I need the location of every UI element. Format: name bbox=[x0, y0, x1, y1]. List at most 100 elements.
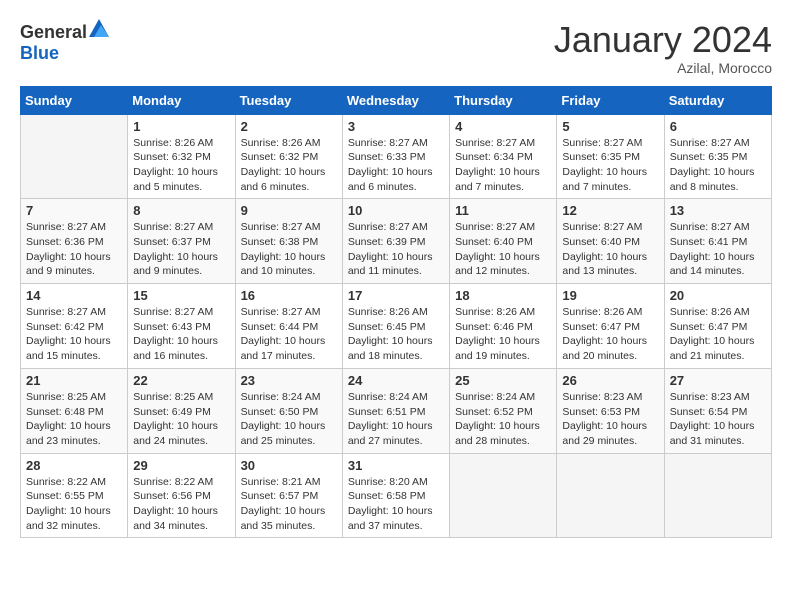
day-number: 15 bbox=[133, 288, 229, 303]
day-info: Sunrise: 8:23 AM Sunset: 6:54 PM Dayligh… bbox=[670, 390, 766, 449]
calendar-header-monday: Monday bbox=[128, 86, 235, 114]
day-info: Sunrise: 8:26 AM Sunset: 6:46 PM Dayligh… bbox=[455, 305, 551, 364]
calendar-cell: 3 Sunrise: 8:27 AM Sunset: 6:33 PM Daylig… bbox=[342, 114, 449, 199]
day-info: Sunrise: 8:27 AM Sunset: 6:39 PM Dayligh… bbox=[348, 220, 444, 279]
calendar-cell: 23 Sunrise: 8:24 AM Sunset: 6:50 PM Dayli… bbox=[235, 368, 342, 453]
day-info: Sunrise: 8:26 AM Sunset: 6:32 PM Dayligh… bbox=[241, 136, 337, 195]
day-number: 19 bbox=[562, 288, 658, 303]
logo-icon bbox=[89, 19, 109, 37]
day-number: 27 bbox=[670, 373, 766, 388]
day-info: Sunrise: 8:27 AM Sunset: 6:33 PM Dayligh… bbox=[348, 136, 444, 195]
day-info: Sunrise: 8:24 AM Sunset: 6:52 PM Dayligh… bbox=[455, 390, 551, 449]
calendar-cell: 30 Sunrise: 8:21 AM Sunset: 6:57 PM Dayli… bbox=[235, 453, 342, 538]
calendar-cell bbox=[664, 453, 771, 538]
day-number: 23 bbox=[241, 373, 337, 388]
day-number: 29 bbox=[133, 458, 229, 473]
calendar-header-tuesday: Tuesday bbox=[235, 86, 342, 114]
calendar-header-saturday: Saturday bbox=[664, 86, 771, 114]
calendar-cell: 8Sunrise: 8:27 AM Sunset: 6:37 PM Daylig… bbox=[128, 199, 235, 284]
day-number: 31 bbox=[348, 458, 444, 473]
day-info: Sunrise: 8:27 AM Sunset: 6:35 PM Dayligh… bbox=[562, 136, 658, 195]
day-info: Sunrise: 8:21 AM Sunset: 6:57 PM Dayligh… bbox=[241, 475, 337, 534]
month-title: January 2024 bbox=[554, 20, 772, 60]
page-header: General Blue January 2024 Azilal, Morocc… bbox=[20, 20, 772, 76]
calendar-cell: 7Sunrise: 8:27 AM Sunset: 6:36 PM Daylig… bbox=[21, 199, 128, 284]
day-number: 8 bbox=[133, 203, 229, 218]
calendar-header-friday: Friday bbox=[557, 86, 664, 114]
calendar-cell: 13 Sunrise: 8:27 AM Sunset: 6:41 PM Dayli… bbox=[664, 199, 771, 284]
day-info: Sunrise: 8:27 AM Sunset: 6:42 PM Dayligh… bbox=[26, 305, 122, 364]
day-info: Sunrise: 8:27 AM Sunset: 6:44 PM Dayligh… bbox=[241, 305, 337, 364]
day-number: 30 bbox=[241, 458, 337, 473]
day-info: Sunrise: 8:27 AM Sunset: 6:34 PM Dayligh… bbox=[455, 136, 551, 195]
calendar-cell: 10 Sunrise: 8:27 AM Sunset: 6:39 PM Dayli… bbox=[342, 199, 449, 284]
day-info: Sunrise: 8:24 AM Sunset: 6:50 PM Dayligh… bbox=[241, 390, 337, 449]
logo-blue-text: Blue bbox=[20, 43, 59, 63]
day-info: Sunrise: 8:27 AM Sunset: 6:38 PM Dayligh… bbox=[241, 220, 337, 279]
calendar-cell: 29 Sunrise: 8:22 AM Sunset: 6:56 PM Dayli… bbox=[128, 453, 235, 538]
day-number: 6 bbox=[670, 119, 766, 134]
calendar-cell: 9 Sunrise: 8:27 AM Sunset: 6:38 PM Daylig… bbox=[235, 199, 342, 284]
calendar-cell: 20Sunrise: 8:26 AM Sunset: 6:47 PM Dayli… bbox=[664, 284, 771, 369]
calendar-cell: 14 Sunrise: 8:27 AM Sunset: 6:42 PM Dayli… bbox=[21, 284, 128, 369]
calendar-cell: 6 Sunrise: 8:27 AM Sunset: 6:35 PM Daylig… bbox=[664, 114, 771, 199]
day-info: Sunrise: 8:26 AM Sunset: 6:47 PM Dayligh… bbox=[562, 305, 658, 364]
day-info: Sunrise: 8:22 AM Sunset: 6:56 PM Dayligh… bbox=[133, 475, 229, 534]
calendar-week-row: 14 Sunrise: 8:27 AM Sunset: 6:42 PM Dayli… bbox=[21, 284, 772, 369]
title-section: January 2024 Azilal, Morocco bbox=[554, 20, 772, 76]
calendar-table: SundayMondayTuesdayWednesdayThursdayFrid… bbox=[20, 86, 772, 539]
calendar-cell: 18 Sunrise: 8:26 AM Sunset: 6:46 PM Dayli… bbox=[450, 284, 557, 369]
day-number: 18 bbox=[455, 288, 551, 303]
day-number: 3 bbox=[348, 119, 444, 134]
logo-general-text: General bbox=[20, 22, 87, 42]
day-number: 12 bbox=[562, 203, 658, 218]
day-info: Sunrise: 8:27 AM Sunset: 6:35 PM Dayligh… bbox=[670, 136, 766, 195]
day-number: 26 bbox=[562, 373, 658, 388]
location-subtitle: Azilal, Morocco bbox=[554, 60, 772, 76]
day-info: Sunrise: 8:24 AM Sunset: 6:51 PM Dayligh… bbox=[348, 390, 444, 449]
calendar-header-sunday: Sunday bbox=[21, 86, 128, 114]
calendar-cell: 31Sunrise: 8:20 AM Sunset: 6:58 PM Dayli… bbox=[342, 453, 449, 538]
calendar-cell: 17 Sunrise: 8:26 AM Sunset: 6:45 PM Dayli… bbox=[342, 284, 449, 369]
day-number: 9 bbox=[241, 203, 337, 218]
day-info: Sunrise: 8:23 AM Sunset: 6:53 PM Dayligh… bbox=[562, 390, 658, 449]
calendar-cell: 2 Sunrise: 8:26 AM Sunset: 6:32 PM Daylig… bbox=[235, 114, 342, 199]
day-number: 21 bbox=[26, 373, 122, 388]
day-info: Sunrise: 8:26 AM Sunset: 6:47 PM Dayligh… bbox=[670, 305, 766, 364]
day-info: Sunrise: 8:26 AM Sunset: 6:45 PM Dayligh… bbox=[348, 305, 444, 364]
day-number: 25 bbox=[455, 373, 551, 388]
calendar-week-row: 1Sunrise: 8:26 AM Sunset: 6:32 PM Daylig… bbox=[21, 114, 772, 199]
calendar-header-thursday: Thursday bbox=[450, 86, 557, 114]
calendar-cell: 28Sunrise: 8:22 AM Sunset: 6:55 PM Dayli… bbox=[21, 453, 128, 538]
day-number: 4 bbox=[455, 119, 551, 134]
calendar-cell: 5Sunrise: 8:27 AM Sunset: 6:35 PM Daylig… bbox=[557, 114, 664, 199]
day-number: 14 bbox=[26, 288, 122, 303]
calendar-cell: 12Sunrise: 8:27 AM Sunset: 6:40 PM Dayli… bbox=[557, 199, 664, 284]
calendar-cell: 22 Sunrise: 8:25 AM Sunset: 6:49 PM Dayli… bbox=[128, 368, 235, 453]
calendar-cell: 15 Sunrise: 8:27 AM Sunset: 6:43 PM Dayli… bbox=[128, 284, 235, 369]
day-number: 10 bbox=[348, 203, 444, 218]
day-number: 7 bbox=[26, 203, 122, 218]
day-number: 22 bbox=[133, 373, 229, 388]
calendar-cell bbox=[21, 114, 128, 199]
calendar-cell: 16Sunrise: 8:27 AM Sunset: 6:44 PM Dayli… bbox=[235, 284, 342, 369]
day-number: 17 bbox=[348, 288, 444, 303]
calendar-week-row: 21Sunrise: 8:25 AM Sunset: 6:48 PM Dayli… bbox=[21, 368, 772, 453]
day-number: 13 bbox=[670, 203, 766, 218]
day-number: 2 bbox=[241, 119, 337, 134]
day-info: Sunrise: 8:27 AM Sunset: 6:41 PM Dayligh… bbox=[670, 220, 766, 279]
day-info: Sunrise: 8:22 AM Sunset: 6:55 PM Dayligh… bbox=[26, 475, 122, 534]
calendar-cell: 21Sunrise: 8:25 AM Sunset: 6:48 PM Dayli… bbox=[21, 368, 128, 453]
calendar-cell: 24Sunrise: 8:24 AM Sunset: 6:51 PM Dayli… bbox=[342, 368, 449, 453]
day-info: Sunrise: 8:27 AM Sunset: 6:43 PM Dayligh… bbox=[133, 305, 229, 364]
calendar-cell: 26 Sunrise: 8:23 AM Sunset: 6:53 PM Dayli… bbox=[557, 368, 664, 453]
calendar-cell: 27 Sunrise: 8:23 AM Sunset: 6:54 PM Dayli… bbox=[664, 368, 771, 453]
day-info: Sunrise: 8:27 AM Sunset: 6:40 PM Dayligh… bbox=[455, 220, 551, 279]
calendar-cell: 25 Sunrise: 8:24 AM Sunset: 6:52 PM Dayli… bbox=[450, 368, 557, 453]
calendar-header-wednesday: Wednesday bbox=[342, 86, 449, 114]
calendar-cell bbox=[557, 453, 664, 538]
calendar-week-row: 7Sunrise: 8:27 AM Sunset: 6:36 PM Daylig… bbox=[21, 199, 772, 284]
calendar-cell: 19 Sunrise: 8:26 AM Sunset: 6:47 PM Dayli… bbox=[557, 284, 664, 369]
day-info: Sunrise: 8:25 AM Sunset: 6:49 PM Dayligh… bbox=[133, 390, 229, 449]
calendar-cell: 11Sunrise: 8:27 AM Sunset: 6:40 PM Dayli… bbox=[450, 199, 557, 284]
